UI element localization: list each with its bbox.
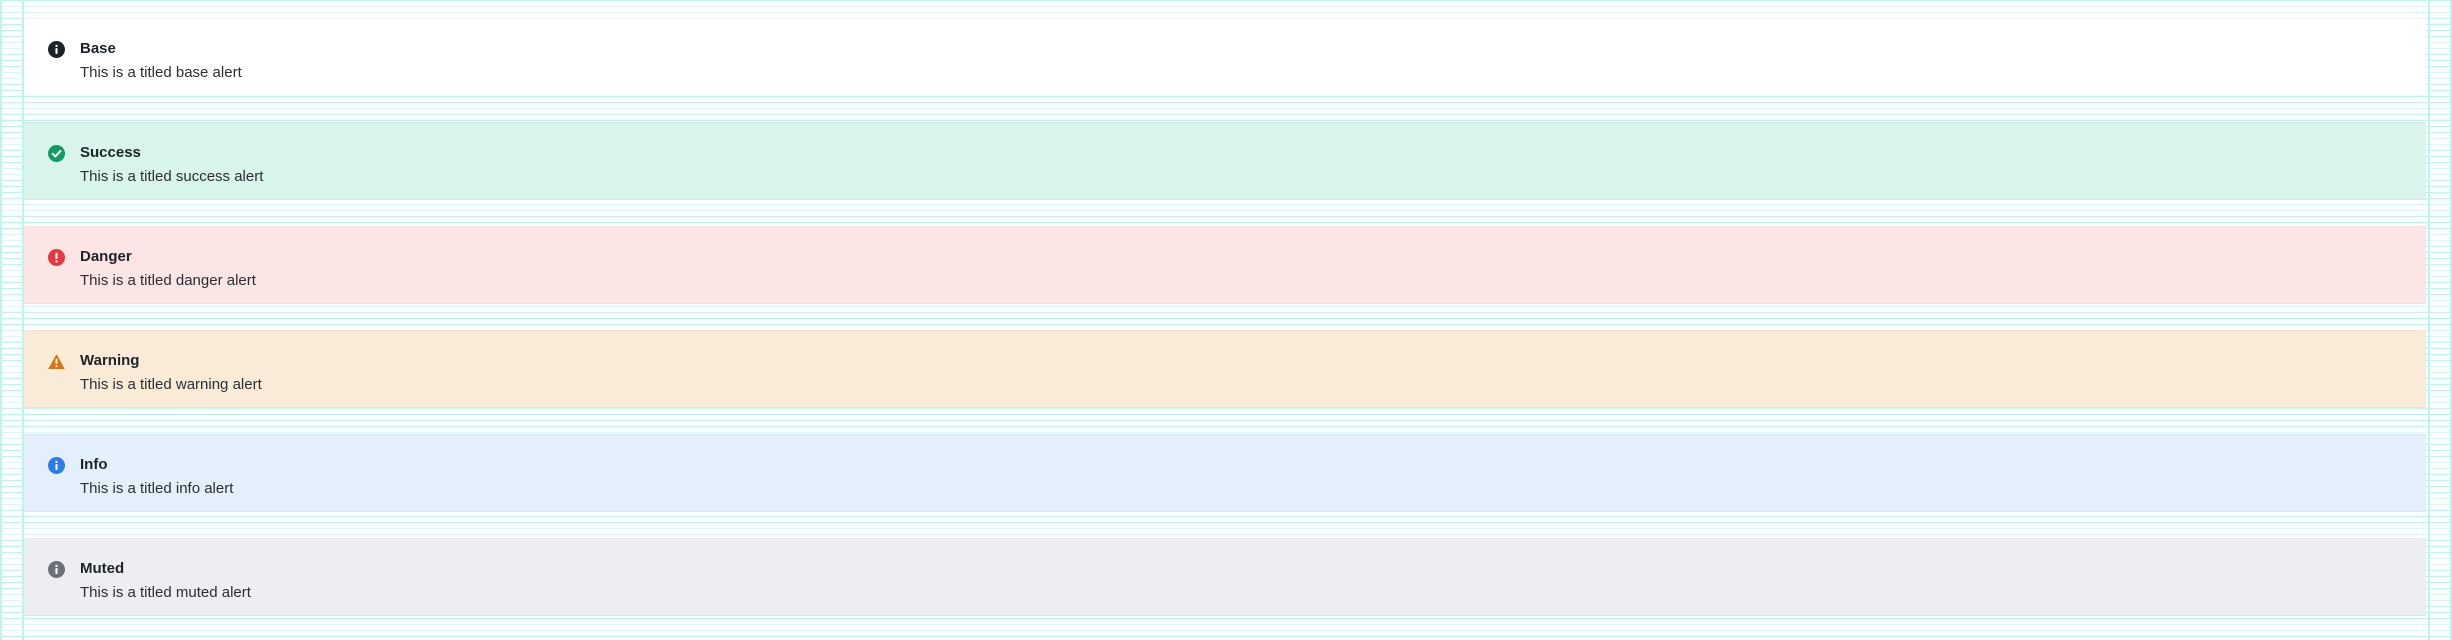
alert-title: Info: [80, 456, 108, 473]
alert-message: This is a titled danger alert: [80, 272, 256, 289]
alert-success: Success This is a titled success alert: [24, 122, 2426, 200]
alert-list: Base This is a titled base alert Success…: [24, 18, 2426, 640]
alert-message: This is a titled warning alert: [80, 376, 262, 393]
info-icon: [48, 457, 65, 474]
info-icon: [48, 41, 65, 58]
alert-message: This is a titled base alert: [80, 64, 242, 81]
alert-base: Base This is a titled base alert: [24, 18, 2426, 96]
grid-line: [0, 0, 2, 640]
alert-message: This is a titled muted alert: [80, 584, 251, 601]
check-circle-icon: [48, 145, 65, 162]
alert-message: This is a titled success alert: [80, 168, 264, 185]
alert-message: This is a titled info alert: [80, 480, 234, 497]
exclamation-circle-icon: [48, 249, 65, 266]
alert-title: Warning: [80, 352, 140, 369]
alert-title: Danger: [80, 248, 132, 265]
grid-line: [2428, 0, 2430, 640]
alert-title: Base: [80, 40, 116, 57]
info-icon: [48, 561, 65, 578]
alert-warning: Warning This is a titled warning alert: [24, 330, 2426, 408]
alert-info: Info This is a titled info alert: [24, 434, 2426, 512]
alert-title: Muted: [80, 560, 125, 577]
warning-triangle-icon: [48, 354, 65, 369]
alert-muted: Muted This is a titled muted alert: [24, 538, 2426, 616]
alert-title: Success: [80, 144, 141, 161]
alert-danger: Danger This is a titled danger alert: [24, 226, 2426, 304]
